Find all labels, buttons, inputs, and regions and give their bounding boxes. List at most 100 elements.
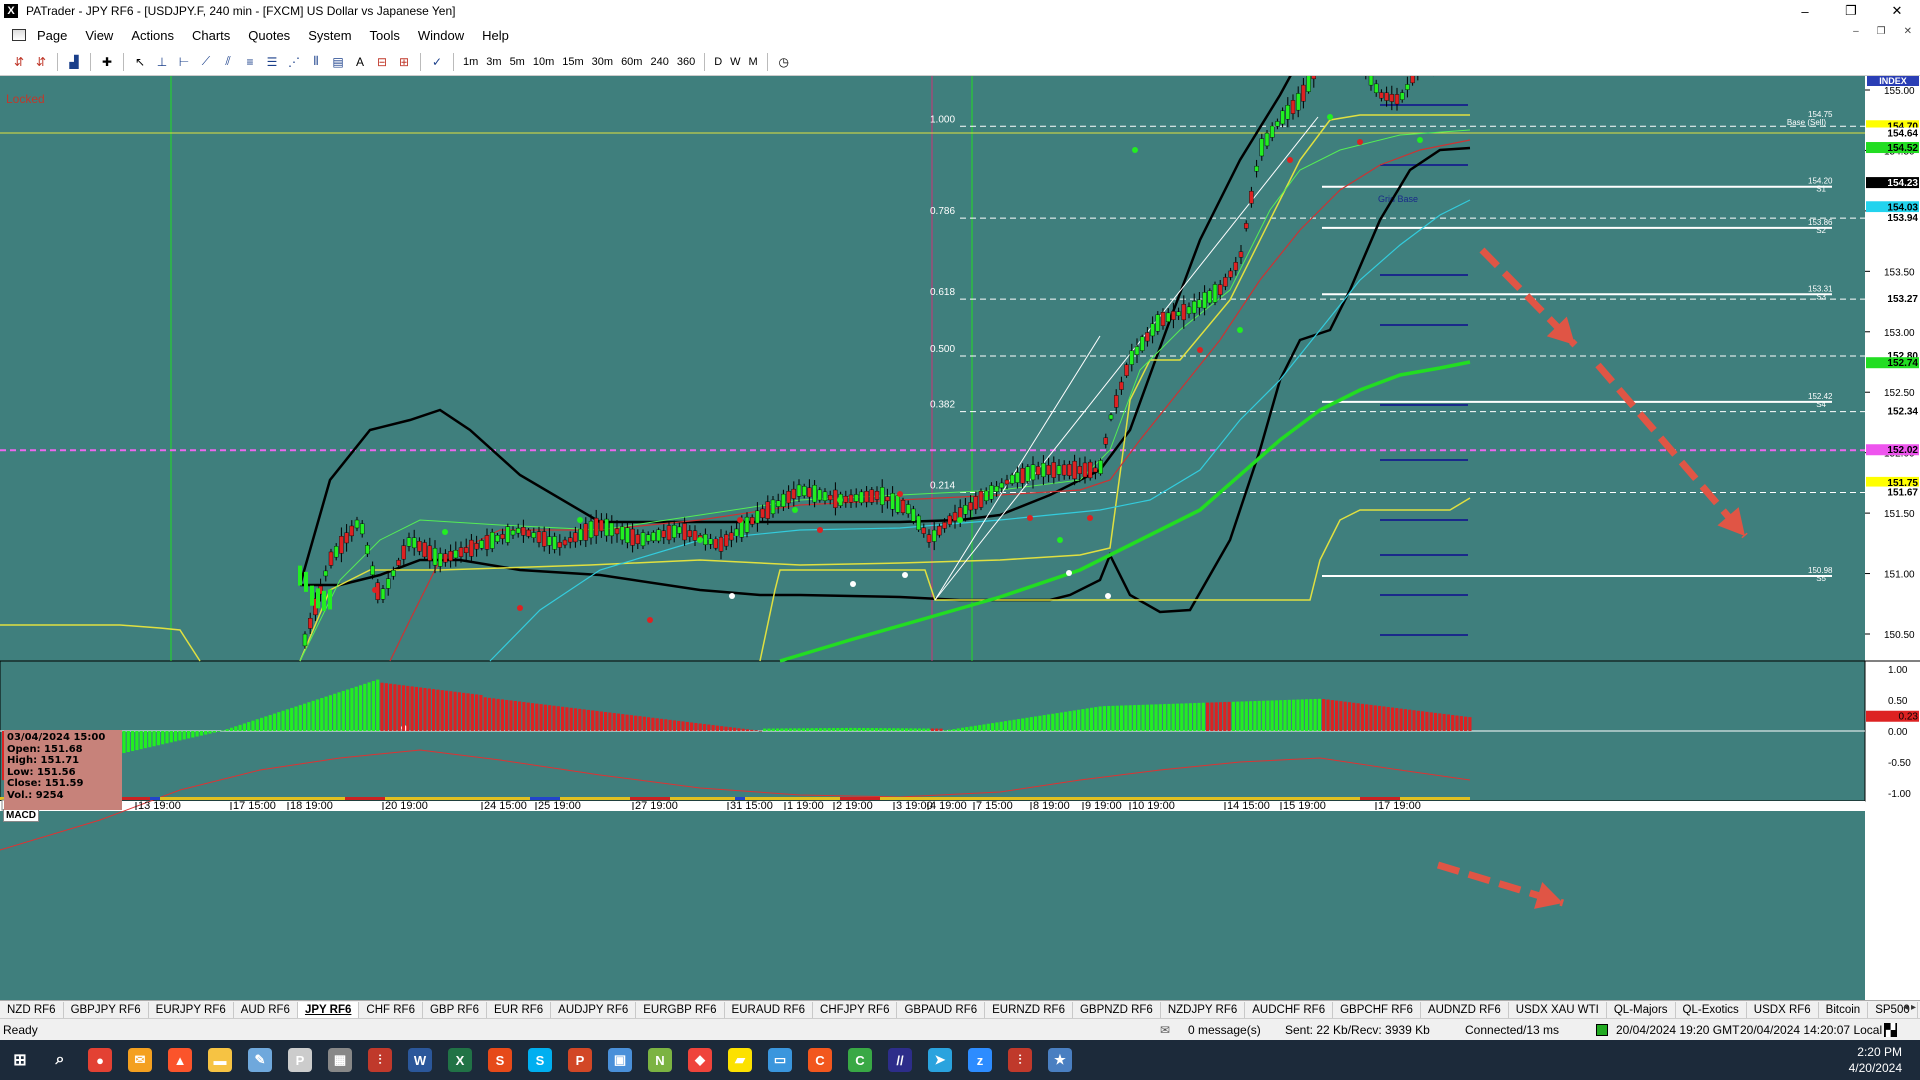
rectangle-icon[interactable]: ▤ xyxy=(329,53,347,71)
patrader-icon[interactable]: P xyxy=(280,1040,320,1080)
timeframe-10m[interactable]: 10m xyxy=(529,56,558,68)
timeframe-1m[interactable]: 1m xyxy=(459,56,482,68)
tab-gbpjpy-rf6[interactable]: GBPJPY RF6 xyxy=(64,1001,149,1018)
menu-system[interactable]: System xyxy=(299,28,360,43)
fib-extension-icon[interactable]: ☰ xyxy=(263,53,281,71)
buy-icon[interactable]: ⇵ xyxy=(10,53,28,71)
file-explorer-icon[interactable]: ▬ xyxy=(200,1040,240,1080)
camtasia-recorder-icon[interactable]: C xyxy=(840,1040,880,1080)
timeframe-daily[interactable]: D xyxy=(710,56,726,68)
menu-page[interactable]: Page xyxy=(28,28,76,43)
resize-grip-icon[interactable]: ▞ xyxy=(1884,1023,1898,1037)
timeframe-15m[interactable]: 15m xyxy=(558,56,587,68)
cycle-lines-icon[interactable]: ⦀ xyxy=(307,53,325,71)
chart-app-icon[interactable]: ⫶ xyxy=(360,1040,400,1080)
mail-app-icon[interactable]: ✉ xyxy=(120,1040,160,1080)
zoom-icon[interactable]: z xyxy=(960,1040,1000,1080)
camtasia-icon[interactable]: C xyxy=(800,1040,840,1080)
tab-scroll-arrows-icon[interactable]: ◂ ▸ xyxy=(1903,1002,1916,1013)
photos-icon[interactable]: ▣ xyxy=(600,1040,640,1080)
timeframe-360[interactable]: 360 xyxy=(673,56,699,68)
tab-eurgbp-rf6[interactable]: EURGBP RF6 xyxy=(636,1001,725,1018)
timeframe-30m[interactable]: 30m xyxy=(588,56,617,68)
snagit-icon[interactable]: S xyxy=(480,1040,520,1080)
chart-icon[interactable]: ▟ xyxy=(65,53,83,71)
anydesk-icon[interactable]: ◆ xyxy=(680,1040,720,1080)
sticky-notes-icon[interactable]: ▰ xyxy=(720,1040,760,1080)
timeframe-60m[interactable]: 60m xyxy=(617,56,646,68)
dual-app-icon[interactable]: // xyxy=(880,1040,920,1080)
text-icon[interactable]: A xyxy=(351,53,369,71)
menu-help[interactable]: Help xyxy=(473,28,518,43)
search-icon[interactable]: ⌕ xyxy=(40,1040,80,1080)
tab-chfjpy-rf6[interactable]: CHFJPY RF6 xyxy=(813,1001,898,1018)
tab-usdx-rf6[interactable]: USDX RF6 xyxy=(1747,1001,1819,1018)
tab-chf-rf6[interactable]: CHF RF6 xyxy=(359,1001,423,1018)
telegram-icon[interactable]: ➤ xyxy=(920,1040,960,1080)
tab-bitcoin[interactable]: Bitcoin xyxy=(1819,1001,1869,1018)
tab-audchf-rf6[interactable]: AUDCHF RF6 xyxy=(1245,1001,1334,1018)
price-label-icon[interactable]: ⊟ xyxy=(373,53,391,71)
timeframe-weekly[interactable]: W xyxy=(726,56,744,68)
sell-icon[interactable]: ⇵ xyxy=(32,53,50,71)
tab-ql-exotics[interactable]: QL-Exotics xyxy=(1676,1001,1747,1018)
tab-gbpnzd-rf6[interactable]: GBPNZD RF6 xyxy=(1073,1001,1161,1018)
calculator-icon[interactable]: ▦ xyxy=(320,1040,360,1080)
brave-icon[interactable]: ▲ xyxy=(160,1040,200,1080)
tab-gbpchf-rf6[interactable]: GBPCHF RF6 xyxy=(1333,1001,1421,1018)
horizontal-line-icon[interactable]: ⊥ xyxy=(153,53,171,71)
tab-ql-majors[interactable]: QL-Majors xyxy=(1607,1001,1676,1018)
tab-eurnzd-rf6[interactable]: EURNZD RF6 xyxy=(985,1001,1073,1018)
minimize-button[interactable]: – xyxy=(1782,0,1828,22)
tab-nzd-rf6[interactable]: NZD RF6 xyxy=(0,1001,64,1018)
notepad-icon[interactable]: ✎ xyxy=(240,1040,280,1080)
tab-audjpy-rf6[interactable]: AUDJPY RF6 xyxy=(551,1001,637,1018)
clock-icon[interactable]: ◷ xyxy=(775,53,793,71)
tab-eur-rf6[interactable]: EUR RF6 xyxy=(487,1001,552,1018)
timeframe-5m[interactable]: 5m xyxy=(506,56,529,68)
timeframe-monthly[interactable]: M xyxy=(745,56,762,68)
menu-window[interactable]: Window xyxy=(409,28,473,43)
vertical-line-icon[interactable]: ⊢ xyxy=(175,53,193,71)
timeframe-3m[interactable]: 3m xyxy=(482,56,505,68)
trendline-icon[interactable]: ⟋ xyxy=(197,53,215,71)
message-icon[interactable]: ✉ xyxy=(1160,1023,1170,1037)
menu-quotes[interactable]: Quotes xyxy=(239,28,299,43)
windows-start-icon[interactable]: ⊞ xyxy=(0,1040,40,1080)
tab-audnzd-rf6[interactable]: AUDNZD RF6 xyxy=(1421,1001,1509,1018)
skype-icon[interactable]: S xyxy=(520,1040,560,1080)
tab-euraud-rf6[interactable]: EURAUD RF6 xyxy=(725,1001,814,1018)
tab-aud-rf6[interactable]: AUD RF6 xyxy=(234,1001,298,1018)
mdi-restore-button[interactable]: ❐ xyxy=(1877,26,1886,37)
chrome-icon[interactable]: ● xyxy=(80,1040,120,1080)
mdi-close-button[interactable]: ✕ xyxy=(1904,26,1912,37)
menu-charts[interactable]: Charts xyxy=(183,28,239,43)
favorite-app-icon[interactable]: ★ xyxy=(1040,1040,1080,1080)
tab-jpy-rf6[interactable]: JPY RF6 xyxy=(297,1001,360,1018)
tab-gbp-rf6[interactable]: GBP RF6 xyxy=(423,1001,487,1018)
tab-eurjpy-rf6[interactable]: EURJPY RF6 xyxy=(149,1001,234,1018)
mdi-minimize-button[interactable]: – xyxy=(1853,26,1859,37)
chart-app-2-icon[interactable]: ⫶ xyxy=(1000,1040,1040,1080)
chart-area[interactable]: 1.000 0.786 0.618 0.500 0.382 0.214 154.75 Base… xyxy=(0,76,1920,1005)
ninjatrader-icon[interactable]: N xyxy=(640,1040,680,1080)
menu-view[interactable]: View xyxy=(76,28,122,43)
timeframe-240[interactable]: 240 xyxy=(646,56,672,68)
tab-gbpaud-rf6[interactable]: GBPAUD RF6 xyxy=(897,1001,986,1018)
channel-icon[interactable]: ⫽ xyxy=(219,53,237,71)
excel-icon[interactable]: X xyxy=(440,1040,480,1080)
price-chart-svg[interactable]: 1.0000.7860.6180.5000.3820.214154.75Base… xyxy=(0,76,1920,1000)
fibonacci-icon[interactable]: ≡ xyxy=(241,53,259,71)
pitchfork-icon[interactable]: ⊞ xyxy=(395,53,413,71)
pointer-icon[interactable]: ↖ xyxy=(131,53,149,71)
remote-desktop-icon[interactable]: ▭ xyxy=(760,1040,800,1080)
indicator-icon[interactable]: ✓ xyxy=(428,53,446,71)
gann-fan-icon[interactable]: ⋰ xyxy=(285,53,303,71)
powerpoint-icon[interactable]: P xyxy=(560,1040,600,1080)
menu-actions[interactable]: Actions xyxy=(122,28,183,43)
tab-nzdjpy-rf6[interactable]: NZDJPY RF6 xyxy=(1161,1001,1246,1018)
taskbar-clock[interactable]: 2:20 PM 4/20/2024 xyxy=(1849,1044,1902,1076)
crosshair-icon[interactable]: ✚ xyxy=(98,53,116,71)
close-button[interactable]: ✕ xyxy=(1874,0,1920,22)
maximize-button[interactable]: ❐ xyxy=(1828,0,1874,22)
